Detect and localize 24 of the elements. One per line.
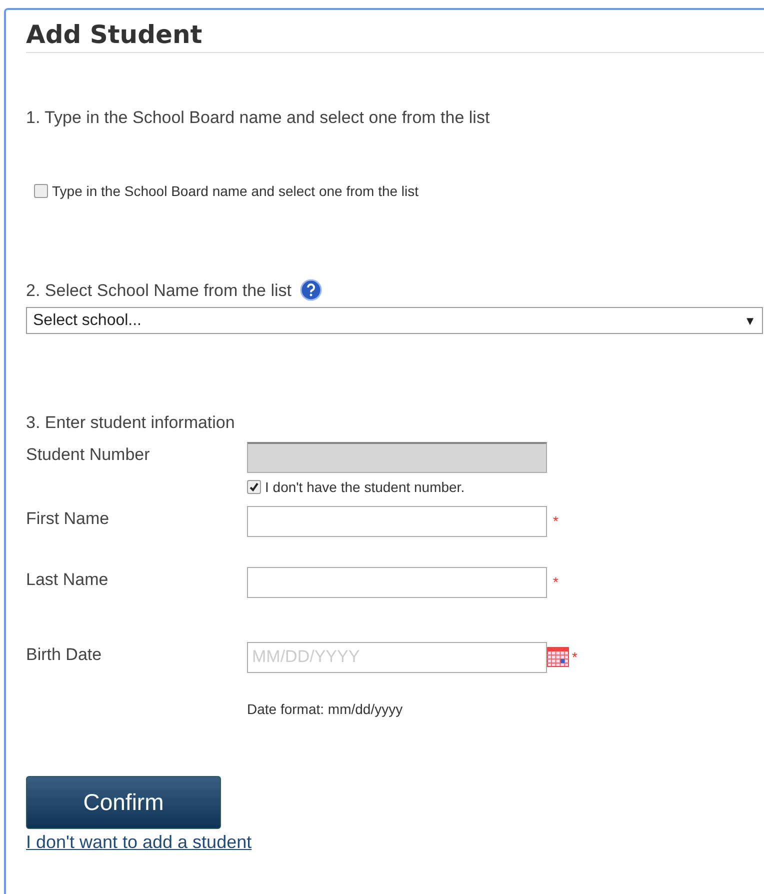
step-heading: 3. Enter student information bbox=[26, 412, 236, 434]
field-label: Student Number bbox=[26, 444, 151, 466]
input-field[interactable] bbox=[247, 506, 547, 536]
checkbox-label: I don't have the student number. bbox=[265, 478, 465, 496]
cancel-link[interactable]: I don't want to add a student bbox=[26, 832, 252, 852]
confirm-button[interactable]: Confirm bbox=[26, 776, 221, 828]
date-format-hint: Date format: mm/dd/yyyy bbox=[247, 700, 404, 719]
field-label: First Name bbox=[26, 508, 110, 530]
required-mark: * bbox=[572, 648, 578, 666]
select-value: Select school... bbox=[33, 310, 142, 330]
step-heading: 1. Type in the School Board name and select one from the list bbox=[26, 107, 491, 129]
checkbox-label: Type in the School Board name and select one from the list bbox=[52, 182, 419, 201]
step-heading: 2. Select School Name from the list bbox=[26, 280, 292, 302]
field-label: Last Name bbox=[26, 568, 110, 590]
required-mark: * bbox=[553, 572, 558, 592]
caret-icon: ▼ bbox=[744, 312, 756, 330]
checkbox[interactable] bbox=[34, 184, 48, 198]
field-label: Birth Date bbox=[26, 644, 103, 666]
input-field[interactable] bbox=[247, 566, 547, 598]
required-mark: * bbox=[553, 512, 558, 530]
calendar-icon[interactable] bbox=[547, 647, 569, 667]
help-icon[interactable] bbox=[300, 279, 322, 302]
page-title: Add Student bbox=[26, 20, 764, 53]
school-select[interactable]: Select school... ▼ bbox=[26, 307, 763, 334]
